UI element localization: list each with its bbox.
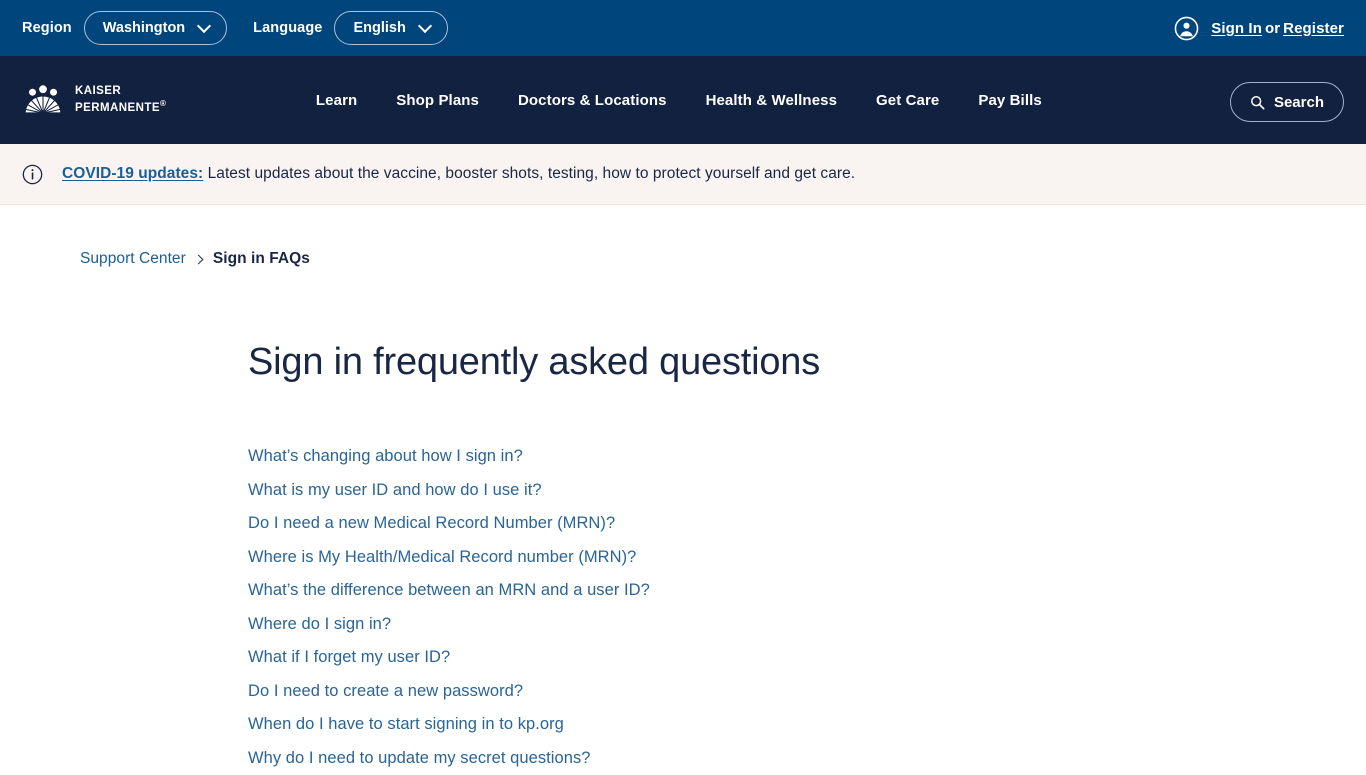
- language-label: Language: [253, 20, 323, 36]
- chevron-down-icon: [420, 21, 431, 32]
- nav-item-learn[interactable]: Learn: [316, 92, 357, 109]
- list-item: What if I forget my user ID?: [248, 641, 1366, 675]
- breadcrumb: Support Center Sign in FAQs: [0, 205, 1366, 268]
- region-select[interactable]: Washington: [83, 11, 228, 45]
- nav-item-get-care[interactable]: Get Care: [876, 92, 939, 109]
- user-circle-icon: [1174, 16, 1199, 41]
- list-item: Why do I need to update my secret questi…: [248, 741, 1366, 775]
- list-item: When do I have to start signing in to kp…: [248, 708, 1366, 742]
- search-button[interactable]: Search: [1229, 82, 1344, 122]
- register-link[interactable]: Register: [1283, 20, 1344, 37]
- list-item: Where is My Health/Medical Record number…: [248, 540, 1366, 574]
- covid-alert-text: COVID-19 updates: Latest updates about t…: [62, 165, 855, 183]
- covid-alert-banner: COVID-19 updates: Latest updates about t…: [0, 144, 1366, 205]
- list-item: Do I need a new Medical Record Number (M…: [248, 507, 1366, 541]
- faq-link-where-is-mrn[interactable]: Where is My Health/Medical Record number…: [248, 540, 636, 574]
- faq-link-new-password[interactable]: Do I need to create a new password?: [248, 674, 523, 708]
- info-circle-icon: [22, 164, 43, 185]
- brand-logo-link[interactable]: KAISER PERMANENTE®: [22, 80, 166, 120]
- nav-item-health-wellness[interactable]: Health & Wellness: [706, 92, 837, 109]
- faq-link-mrn-vs-user-id[interactable]: What’s the difference between an MRN and…: [248, 574, 650, 608]
- breadcrumb-item-support-center[interactable]: Support Center: [80, 250, 186, 268]
- faq-link-new-mrn[interactable]: Do I need a new Medical Record Number (M…: [248, 507, 615, 541]
- region-select-value: Washington: [102, 20, 186, 36]
- kaiser-permanente-logo-icon: [22, 80, 64, 120]
- utility-bar: Region Washington Language English Sign …: [0, 0, 1366, 56]
- account-area: Sign In or Register: [1174, 16, 1344, 41]
- primary-nav-links: Learn Shop Plans Doctors & Locations Hea…: [316, 92, 1042, 109]
- page-content: Support Center Sign in FAQs Sign in freq…: [0, 205, 1366, 775]
- search-icon: [1250, 95, 1265, 110]
- search-button-label: Search: [1273, 93, 1324, 111]
- faq-link-forgot-user-id[interactable]: What if I forget my user ID?: [248, 641, 450, 675]
- breadcrumb-item-current: Sign in FAQs: [212, 250, 310, 267]
- main-navigation-bar: KAISER PERMANENTE® Learn Shop Plans Doct…: [0, 56, 1366, 144]
- sign-in-link[interactable]: Sign In: [1211, 20, 1262, 37]
- brand-line-1: KAISER: [75, 85, 122, 98]
- list-item: Do I need to create a new password?: [248, 674, 1366, 708]
- sign-in-register-group: Sign In or Register: [1211, 20, 1344, 37]
- faq-link-when-start-signing-in[interactable]: When do I have to start signing in to kp…: [248, 708, 564, 742]
- nav-item-shop-plans[interactable]: Shop Plans: [396, 92, 479, 109]
- list-item: What’s the difference between an MRN and…: [248, 574, 1366, 608]
- page-title: Sign in frequently asked questions: [248, 341, 821, 383]
- faq-link-update-secret-questions[interactable]: Why do I need to update my secret questi…: [248, 741, 590, 775]
- brand-line-2: PERMANENTE®: [75, 99, 166, 114]
- or-label: or: [1264, 19, 1281, 37]
- chevron-right-icon: [195, 255, 204, 264]
- region-label: Region: [22, 20, 72, 36]
- nav-item-doctors-locations[interactable]: Doctors & Locations: [518, 92, 667, 109]
- language-select-value: English: [353, 20, 406, 36]
- list-item: Where do I sign in?: [248, 607, 1366, 641]
- faq-link-list: What’s changing about how I sign in? Wha…: [0, 384, 1366, 775]
- covid-updates-link[interactable]: COVID-19 updates:: [62, 165, 203, 182]
- chevron-down-icon: [199, 21, 210, 32]
- brand-wordmark: KAISER PERMANENTE®: [75, 84, 166, 115]
- faq-link-user-id-usage[interactable]: What is my user ID and how do I use it?: [248, 473, 542, 507]
- list-item: What’s changing about how I sign in?: [248, 440, 1366, 474]
- list-item: What is my user ID and how do I use it?: [248, 473, 1366, 507]
- registered-mark: ®: [160, 99, 166, 109]
- faq-link-where-sign-in[interactable]: Where do I sign in?: [248, 607, 391, 641]
- nav-item-pay-bills[interactable]: Pay Bills: [978, 92, 1041, 109]
- covid-alert-body: Latest updates about the vaccine, booste…: [203, 165, 856, 182]
- language-select[interactable]: English: [334, 11, 448, 45]
- faq-link-whats-changing[interactable]: What’s changing about how I sign in?: [248, 440, 523, 474]
